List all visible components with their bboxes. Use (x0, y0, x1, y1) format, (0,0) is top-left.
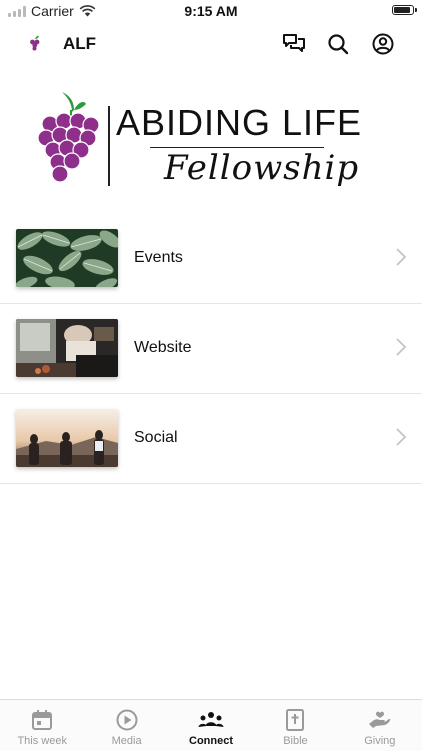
chevron-right-icon (396, 428, 406, 446)
list-item-label: Website (134, 339, 192, 356)
chevron-right-icon (396, 248, 406, 266)
tab-label: Media (111, 735, 142, 747)
tab-label: Giving (364, 735, 396, 747)
tab-bible[interactable]: Bible (253, 700, 337, 751)
grape-logo-icon (30, 35, 40, 51)
social-thumbnail (16, 409, 118, 467)
chat-icon (283, 34, 305, 52)
bible-icon (286, 709, 305, 731)
brand-divider (108, 106, 110, 186)
tab-label: Connect (189, 735, 234, 747)
app-header: ALF (0, 22, 422, 66)
tab-this-week[interactable]: This week (0, 700, 84, 751)
website-thumbnail (16, 319, 118, 377)
search-button[interactable] (325, 31, 351, 57)
list-item-social[interactable]: Social (0, 394, 422, 484)
brand-logo: ABIDING LIFE Fellowship (36, 90, 376, 190)
tab-giving[interactable]: Giving (338, 700, 422, 751)
brand-subtitle: Fellowship (164, 148, 360, 188)
list-item-events[interactable]: Events (0, 214, 422, 304)
calendar-icon (32, 710, 53, 730)
status-time: 9:15 AM (184, 3, 238, 19)
list-item-label: Events (134, 249, 183, 266)
battery-icon (392, 5, 417, 15)
tab-media[interactable]: Media (84, 700, 168, 751)
status-bar: Carrier 9:15 AM (0, 0, 422, 22)
tab-connect[interactable]: Connect (169, 700, 253, 751)
tab-label: Bible (283, 735, 308, 747)
search-icon (328, 34, 349, 55)
chat-button[interactable] (281, 31, 307, 57)
people-icon (198, 712, 224, 727)
events-thumbnail (16, 229, 118, 287)
play-icon (116, 709, 138, 731)
connect-list: Events Website Social (0, 214, 422, 484)
account-button[interactable] (370, 31, 396, 57)
list-item-website[interactable]: Website (0, 304, 422, 394)
tab-bar: This week Media Connect Bible Giving (0, 699, 422, 751)
giving-hand-icon (368, 711, 391, 728)
list-item-label: Social (134, 429, 178, 446)
app-name: ALF (63, 34, 97, 53)
brand-title: ABIDING LIFE (116, 102, 363, 143)
chevron-right-icon (396, 338, 406, 356)
tab-label: This week (17, 735, 67, 747)
grape-cluster-icon (37, 92, 100, 183)
account-icon (372, 33, 394, 55)
